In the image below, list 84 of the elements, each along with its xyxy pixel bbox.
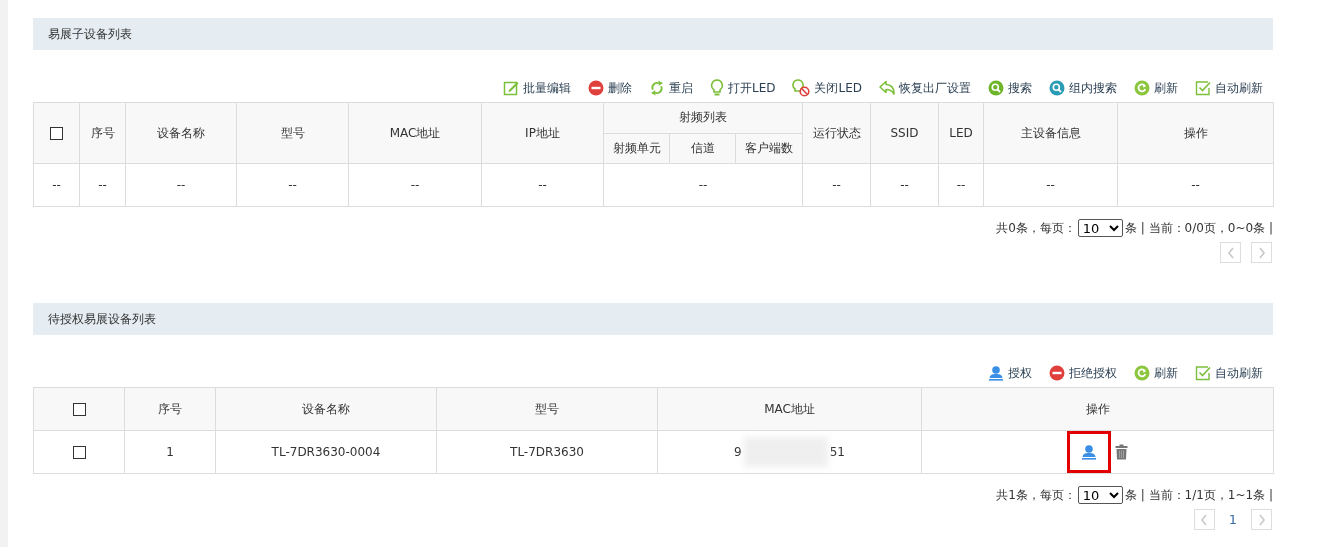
- column-header: 序号: [124, 387, 216, 431]
- toolbar-button[interactable]: 批量编辑: [502, 79, 571, 97]
- toolbar-button[interactable]: 打开LED: [709, 79, 776, 97]
- pagination-summary: 共0条，每页：: [996, 219, 1076, 237]
- cycle-arrows-icon: [648, 79, 665, 97]
- page-number[interactable]: 1: [1224, 512, 1241, 527]
- checkbox-checked-icon: [1195, 365, 1211, 381]
- toolbar-button[interactable]: 删除: [587, 79, 632, 97]
- bulb-off-icon: [792, 79, 811, 97]
- toolbar-button[interactable]: 重启: [648, 79, 693, 97]
- minus-circle-icon: [587, 80, 604, 96]
- toolbar-button[interactable]: 拒绝授权: [1049, 364, 1117, 382]
- checkbox[interactable]: [72, 403, 86, 416]
- toolbar-button[interactable]: 自动刷新: [1195, 364, 1263, 382]
- column-header: 操作: [921, 387, 1274, 431]
- chevron-right-icon: [1257, 246, 1266, 259]
- pagination-status: 条 | 当前：0/0页，0~0条 |: [1124, 219, 1273, 237]
- trash-icon: [1115, 444, 1128, 460]
- authorize-button[interactable]: [1081, 444, 1097, 460]
- column-header: 射频单元: [603, 133, 670, 164]
- column-header: 设备名称: [125, 102, 237, 164]
- refresh-icon: [1134, 365, 1150, 381]
- table-cell: --: [603, 163, 803, 207]
- table-cell: --: [1117, 163, 1274, 207]
- mac-fragment: 51: [829, 445, 845, 459]
- column-header: 型号: [436, 387, 658, 431]
- table-cell: --: [983, 163, 1118, 207]
- section-header: 待授权易展设备列表: [33, 303, 1273, 335]
- toolbar-button[interactable]: 刷新: [1134, 364, 1178, 382]
- column-header: 设备名称: [215, 387, 437, 431]
- column-header: 射频列表: [603, 102, 803, 133]
- search-icon: [1049, 80, 1065, 96]
- column-header: 信道: [669, 133, 736, 164]
- toolbar-button[interactable]: 恢复出厂设置: [879, 79, 971, 97]
- edit-icon: [502, 80, 519, 96]
- pagination-summary: 共1条，每页：: [996, 486, 1076, 504]
- checkbox[interactable]: [50, 127, 63, 140]
- chevron-right-icon: [1257, 513, 1266, 526]
- chevron-left-icon: [1200, 513, 1209, 526]
- table-cell: --: [481, 163, 604, 207]
- column-header: 运行状态: [802, 102, 871, 164]
- table-cell: --: [125, 163, 237, 207]
- mac-fragment: 9: [734, 445, 742, 459]
- page-size-select[interactable]: 10: [1077, 219, 1123, 237]
- table-cell: --: [348, 163, 482, 207]
- toolbar-button[interactable]: 自动刷新: [1195, 79, 1263, 97]
- column-header: 主设备信息: [983, 102, 1118, 164]
- table-cell: --: [33, 163, 80, 207]
- table-cell: 1: [124, 430, 216, 474]
- column-header: 序号: [79, 102, 126, 164]
- back-arrow-icon: [879, 80, 895, 96]
- table-cell: --: [802, 163, 871, 207]
- toolbar-button[interactable]: 组内搜索: [1049, 79, 1117, 97]
- toolbar-button[interactable]: 关闭LED: [792, 79, 862, 97]
- search-icon: [988, 80, 1004, 96]
- page-size-select[interactable]: 10: [1077, 486, 1123, 504]
- person-icon: [988, 365, 1004, 381]
- column-header: 操作: [1117, 102, 1274, 164]
- delete-button[interactable]: [1115, 444, 1128, 460]
- table-cell: --: [870, 163, 939, 207]
- column-header: MAC地址: [657, 387, 922, 431]
- checkbox-checked-icon: [1195, 80, 1211, 96]
- chevron-left-icon: [1226, 246, 1235, 259]
- toolbar-button[interactable]: 搜索: [988, 79, 1032, 97]
- toolbar-button[interactable]: 授权: [988, 364, 1032, 382]
- column-header: LED: [938, 102, 984, 164]
- table-cell: --: [79, 163, 126, 207]
- column-header: SSID: [870, 102, 939, 164]
- column-header: 客户端数: [735, 133, 803, 164]
- checkbox[interactable]: [72, 446, 86, 459]
- table-cell: --: [236, 163, 349, 207]
- pagination-status: 条 | 当前：1/1页，1~1条 |: [1124, 486, 1273, 504]
- person-icon: [1081, 444, 1097, 460]
- column-header: MAC地址: [348, 102, 482, 164]
- table-cell: TL-7DR3630-0004: [215, 430, 437, 474]
- refresh-icon: [1134, 80, 1150, 96]
- column-header: IP地址: [481, 102, 604, 164]
- table-cell: --: [938, 163, 984, 207]
- table-cell: TL-7DR3630: [436, 430, 658, 474]
- minus-circle-icon: [1049, 365, 1065, 381]
- column-header: 型号: [236, 102, 349, 164]
- toolbar-button[interactable]: 刷新: [1134, 79, 1178, 97]
- bulb-icon: [709, 79, 724, 97]
- section-header: 易展子设备列表: [33, 18, 1273, 50]
